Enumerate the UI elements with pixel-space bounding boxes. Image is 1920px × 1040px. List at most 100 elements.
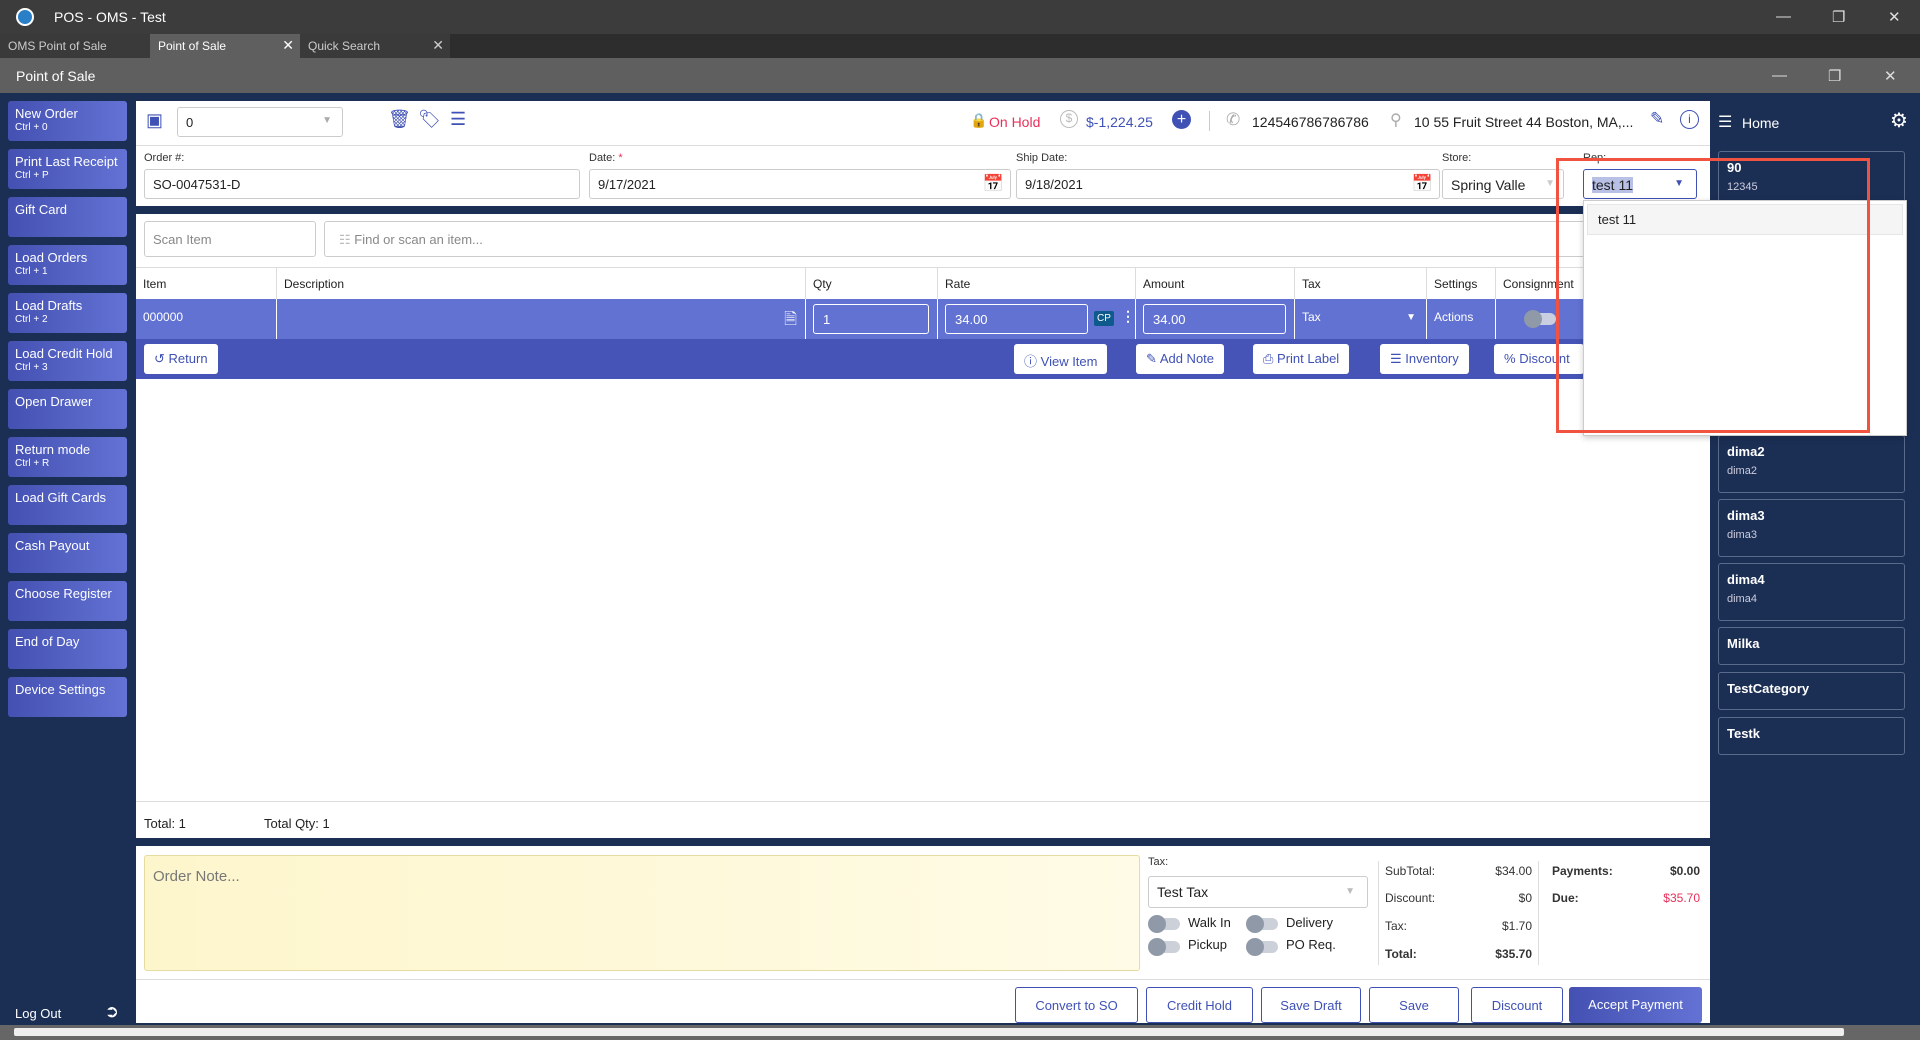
total-label: Total: — [1385, 947, 1417, 961]
view-item-button[interactable]: ⓘ View Item — [1014, 344, 1108, 374]
convert-to-so-button[interactable]: Convert to SO — [1015, 987, 1138, 1023]
category-card[interactable]: Milka — [1718, 627, 1905, 665]
discount-footer-button[interactable]: Discount — [1471, 987, 1563, 1023]
sidebar-item-return-mode[interactable]: Return mode Ctrl + R — [8, 437, 127, 477]
sidebar-item-load-credit-hold[interactable]: Load Credit Hold Ctrl + 3 — [8, 341, 127, 381]
column-header[interactable]: Settings — [1426, 268, 1495, 299]
consignment-toggle[interactable] — [1524, 310, 1556, 328]
receipt-icon[interactable]: ☰ — [450, 109, 466, 130]
column-header[interactable]: Qty — [805, 268, 937, 299]
save-draft-button[interactable]: Save Draft — [1261, 987, 1361, 1023]
category-card[interactable]: dima4 dima4 — [1718, 563, 1905, 621]
close-tab-icon[interactable]: ✕ — [282, 37, 294, 54]
sidebar-item-label: Open Drawer — [15, 394, 93, 409]
sidebar-item-print-last-receipt[interactable]: Print Last Receipt Ctrl + P — [8, 149, 127, 189]
sidebar-item-label: End of Day — [15, 634, 80, 649]
scan-item-input[interactable]: Scan Item — [144, 221, 316, 257]
rate-input[interactable]: 34.00 — [945, 304, 1088, 334]
sidebar-item-end-of-day[interactable]: End of Day — [8, 629, 127, 669]
column-header[interactable]: Description — [276, 268, 805, 299]
customer-select[interactable]: 0 ▼ — [177, 107, 343, 137]
trash-icon[interactable]: 🗑 — [388, 109, 411, 130]
tax-select[interactable]: Test Tax ▼ — [1148, 876, 1368, 908]
sidebar-item-label: Load Orders — [15, 250, 88, 265]
pickup-toggle[interactable] — [1148, 938, 1180, 956]
sidebar-item-cash-payout[interactable]: Cash Payout — [8, 533, 127, 573]
document-icon[interactable]: 🗎 — [784, 308, 797, 335]
delivery-toggle[interactable] — [1246, 915, 1278, 933]
restore-button[interactable]: ❐ — [1828, 67, 1841, 85]
accept-payment-button[interactable]: Accept Payment — [1569, 987, 1702, 1023]
add-icon[interactable]: + — [1172, 110, 1191, 129]
logout-button[interactable]: Log Out ➲ — [8, 998, 127, 1028]
calendar-icon[interactable]: 📅 — [983, 174, 1004, 194]
info-icon[interactable]: i — [1680, 110, 1699, 129]
close-button[interactable]: ✕ — [1888, 8, 1901, 26]
column-header[interactable]: Rate — [937, 268, 1135, 299]
rate-value: 34.00 — [955, 312, 988, 327]
logout-icon: ➲ — [104, 1002, 119, 1021]
sidebar-item-load-drafts[interactable]: Load Drafts Ctrl + 2 — [8, 293, 127, 333]
sidebar-item-shortcut: Ctrl + 2 — [15, 314, 48, 325]
find-item-input[interactable]: ☷ Find or scan an item... — [324, 221, 1724, 257]
home-label[interactable]: Home — [1742, 115, 1779, 131]
inventory-button[interactable]: ☰ Inventory — [1380, 344, 1469, 374]
walk-in-toggle[interactable] — [1148, 915, 1180, 933]
ship-date-input[interactable]: 9/18/2021 📅 — [1016, 169, 1440, 199]
gear-icon[interactable]: ⚙ — [1890, 108, 1908, 133]
tax-cell-value[interactable]: Tax — [1302, 310, 1321, 324]
sidebar-item-open-drawer[interactable]: Open Drawer — [8, 389, 127, 429]
card-title: Testk — [1727, 726, 1760, 741]
restore-button[interactable]: ❐ — [1832, 8, 1845, 26]
sidebar-item-device-settings[interactable]: Device Settings — [8, 677, 127, 717]
scrollbar-thumb[interactable] — [14, 1028, 1844, 1036]
tab-quick-search[interactable]: Quick Search ✕ — [300, 34, 450, 58]
column-header[interactable]: Item — [136, 268, 276, 299]
category-card[interactable]: TestCategory — [1718, 672, 1905, 710]
category-card[interactable]: dima2 dima2 — [1718, 435, 1905, 493]
store-select[interactable]: Spring Valle ▼ — [1442, 169, 1564, 199]
tab-oms-point-of-sale[interactable]: OMS Point of Sale — [0, 34, 150, 58]
app-logo-icon — [16, 8, 34, 26]
section-divider — [136, 838, 1710, 846]
title-bar: POS - OMS - Test — ❐ ✕ — [0, 0, 1920, 34]
date-input[interactable]: 9/17/2021 📅 — [589, 169, 1011, 199]
more-icon[interactable]: ⋮ — [1121, 308, 1135, 325]
cp-badge[interactable]: CP — [1094, 311, 1114, 326]
column-header[interactable]: Tax — [1294, 268, 1426, 299]
customer-icon[interactable]: ▣ — [146, 110, 163, 131]
add-note-button[interactable]: ✎ Add Note — [1136, 344, 1225, 374]
menu-icon[interactable]: ☰ — [1718, 112, 1732, 132]
column-header[interactable]: Amount — [1135, 268, 1294, 299]
credit-hold-button[interactable]: Credit Hold — [1146, 987, 1253, 1023]
close-button[interactable]: ✕ — [1884, 67, 1897, 85]
divider — [1209, 111, 1210, 131]
close-tab-icon[interactable]: ✕ — [432, 37, 444, 54]
minimize-button[interactable]: — — [1772, 67, 1787, 84]
tag-icon[interactable]: 🏷 — [418, 109, 441, 130]
sidebar-item-load-orders[interactable]: Load Orders Ctrl + 1 — [8, 245, 127, 285]
order-note-input[interactable]: Order Note... — [144, 855, 1140, 971]
sidebar-item-gift-card[interactable]: Gift Card — [8, 197, 127, 237]
divider — [1538, 861, 1539, 965]
sidebar-item-load-gift-cards[interactable]: Load Gift Cards — [8, 485, 127, 525]
amount-input[interactable]: 34.00 — [1143, 304, 1286, 334]
calendar-icon[interactable]: 📅 — [1412, 174, 1433, 194]
edit-icon[interactable]: ✎ — [1650, 109, 1664, 129]
table-row[interactable]: 000000 🗎 1 34.00 CP ⋮ 34.00 Tax ▼ Actions — [136, 299, 1584, 339]
print-label-button[interactable]: ⎙ Print Label — [1253, 344, 1350, 374]
actions-menu[interactable]: Actions — [1434, 310, 1473, 324]
sidebar-item-choose-register[interactable]: Choose Register — [8, 581, 127, 621]
horizontal-scrollbar[interactable] — [0, 1025, 1920, 1040]
qty-input[interactable]: 1 — [813, 304, 929, 334]
save-button[interactable]: Save — [1369, 987, 1459, 1023]
sidebar-item-new-order[interactable]: New Order Ctrl + 0 — [8, 101, 127, 141]
tab-point-of-sale[interactable]: Point of Sale ✕ — [150, 34, 300, 58]
tab-label: Point of Sale — [158, 39, 227, 53]
category-card[interactable]: Testk — [1718, 717, 1905, 755]
po-req-toggle[interactable] — [1246, 938, 1278, 956]
minimize-button[interactable]: — — [1776, 8, 1791, 25]
category-card[interactable]: dima3 dima3 — [1718, 499, 1905, 557]
return-button[interactable]: ↺ Return — [144, 344, 218, 374]
order-number-input[interactable]: SO-0047531-D — [144, 169, 580, 199]
